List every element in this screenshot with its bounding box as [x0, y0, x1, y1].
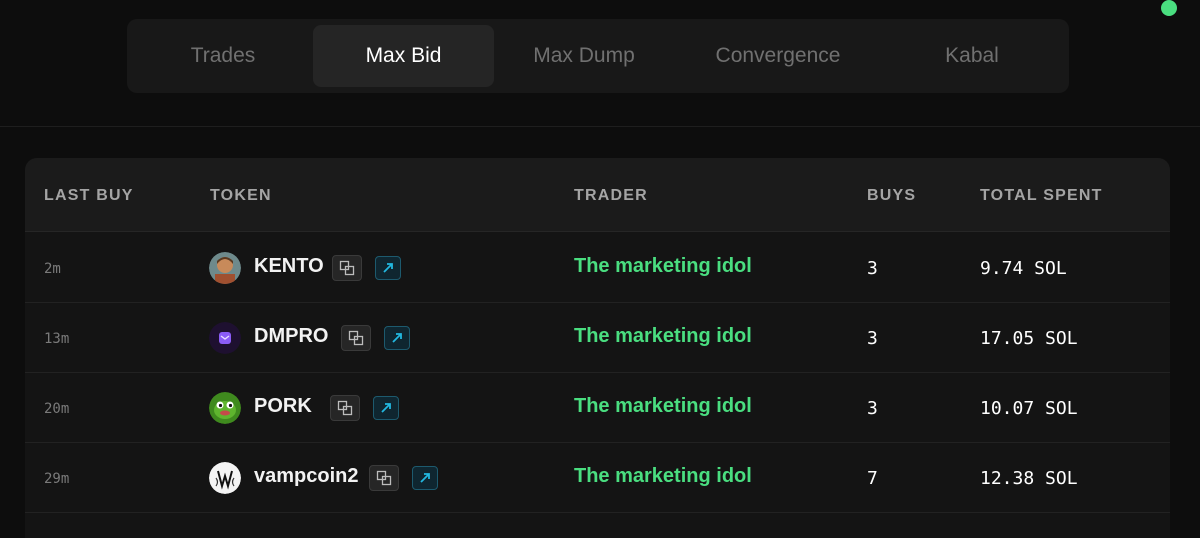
- open-token-link-button[interactable]: [375, 256, 401, 280]
- total-spent: 9.74 SOL: [980, 258, 1067, 279]
- token-name[interactable]: PORK: [254, 395, 312, 418]
- copy-icon: [376, 470, 392, 486]
- table-row[interactable]: 29m vampcoin2 The marketing idol 7 12.38…: [25, 443, 1170, 513]
- pork-avatar-icon: [209, 392, 241, 424]
- last-buy-time: 20m: [44, 401, 70, 417]
- table-row[interactable]: 20m PORK The marketing idol 3 10.07 SOL: [25, 373, 1170, 443]
- max-bid-table: LAST BUY TOKEN TRADER BUYS TOTAL SPENT 2…: [25, 158, 1170, 538]
- table-header: LAST BUY TOKEN TRADER BUYS TOTAL SPENT: [25, 158, 1170, 232]
- col-header-last-buy[interactable]: LAST BUY: [44, 187, 134, 205]
- tab-bar-region: Trades Max Bid Max Dump Convergence Kaba…: [0, 0, 1200, 127]
- arrow-up-right-icon: [392, 333, 402, 343]
- col-header-total-spent[interactable]: TOTAL SPENT: [980, 187, 1103, 205]
- buys-count: 3: [867, 398, 878, 419]
- tab-max-dump[interactable]: Max Dump: [494, 25, 674, 87]
- copy-icon: [348, 330, 364, 346]
- tab-max-bid[interactable]: Max Bid: [313, 25, 494, 87]
- tab-convergence[interactable]: Convergence: [674, 25, 882, 87]
- tab-trades[interactable]: Trades: [133, 25, 313, 87]
- copy-icon: [337, 400, 353, 416]
- buys-count: 3: [867, 328, 878, 349]
- buys-count: 3: [867, 258, 878, 279]
- col-header-trader[interactable]: TRADER: [574, 187, 648, 205]
- table-row[interactable]: 13m DMPRO The marketing idol 3 17.05 SOL: [25, 303, 1170, 373]
- copy-address-button[interactable]: [369, 465, 399, 491]
- open-token-link-button[interactable]: [373, 396, 399, 420]
- col-header-token[interactable]: TOKEN: [210, 187, 272, 205]
- trader-name[interactable]: The marketing idol: [574, 255, 752, 278]
- token-name[interactable]: vampcoin2: [254, 465, 358, 488]
- arrow-up-right-icon: [381, 403, 391, 413]
- arrow-up-right-icon: [383, 263, 393, 273]
- trader-name[interactable]: The marketing idol: [574, 325, 752, 348]
- buys-count: 7: [867, 468, 878, 489]
- trader-name[interactable]: The marketing idol: [574, 465, 752, 488]
- vampcoin2-avatar-icon: [209, 462, 241, 494]
- last-buy-time: 29m: [44, 471, 70, 487]
- kento-avatar-icon: [209, 252, 241, 284]
- open-token-link-button[interactable]: [384, 326, 410, 350]
- last-buy-time: 13m: [44, 331, 70, 347]
- open-token-link-button[interactable]: [412, 466, 438, 490]
- copy-address-button[interactable]: [330, 395, 360, 421]
- copy-address-button[interactable]: [341, 325, 371, 351]
- total-spent: 10.07 SOL: [980, 398, 1078, 419]
- total-spent: 17.05 SOL: [980, 328, 1078, 349]
- last-buy-time: 2m: [44, 261, 61, 277]
- tab-kabal[interactable]: Kabal: [882, 25, 1062, 87]
- trader-name[interactable]: The marketing idol: [574, 395, 752, 418]
- token-name[interactable]: KENTO: [254, 255, 324, 278]
- table-row[interactable]: 2m KENTO The marketing idol 3 9.74 SOL: [25, 233, 1170, 303]
- token-name[interactable]: DMPRO: [254, 325, 328, 348]
- tab-bar: Trades Max Bid Max Dump Convergence Kaba…: [127, 19, 1069, 93]
- arrow-up-right-icon: [420, 473, 430, 483]
- total-spent: 12.38 SOL: [980, 468, 1078, 489]
- dmpro-avatar-icon: [209, 322, 241, 354]
- copy-icon: [339, 260, 355, 276]
- col-header-buys[interactable]: BUYS: [867, 187, 916, 205]
- copy-address-button[interactable]: [332, 255, 362, 281]
